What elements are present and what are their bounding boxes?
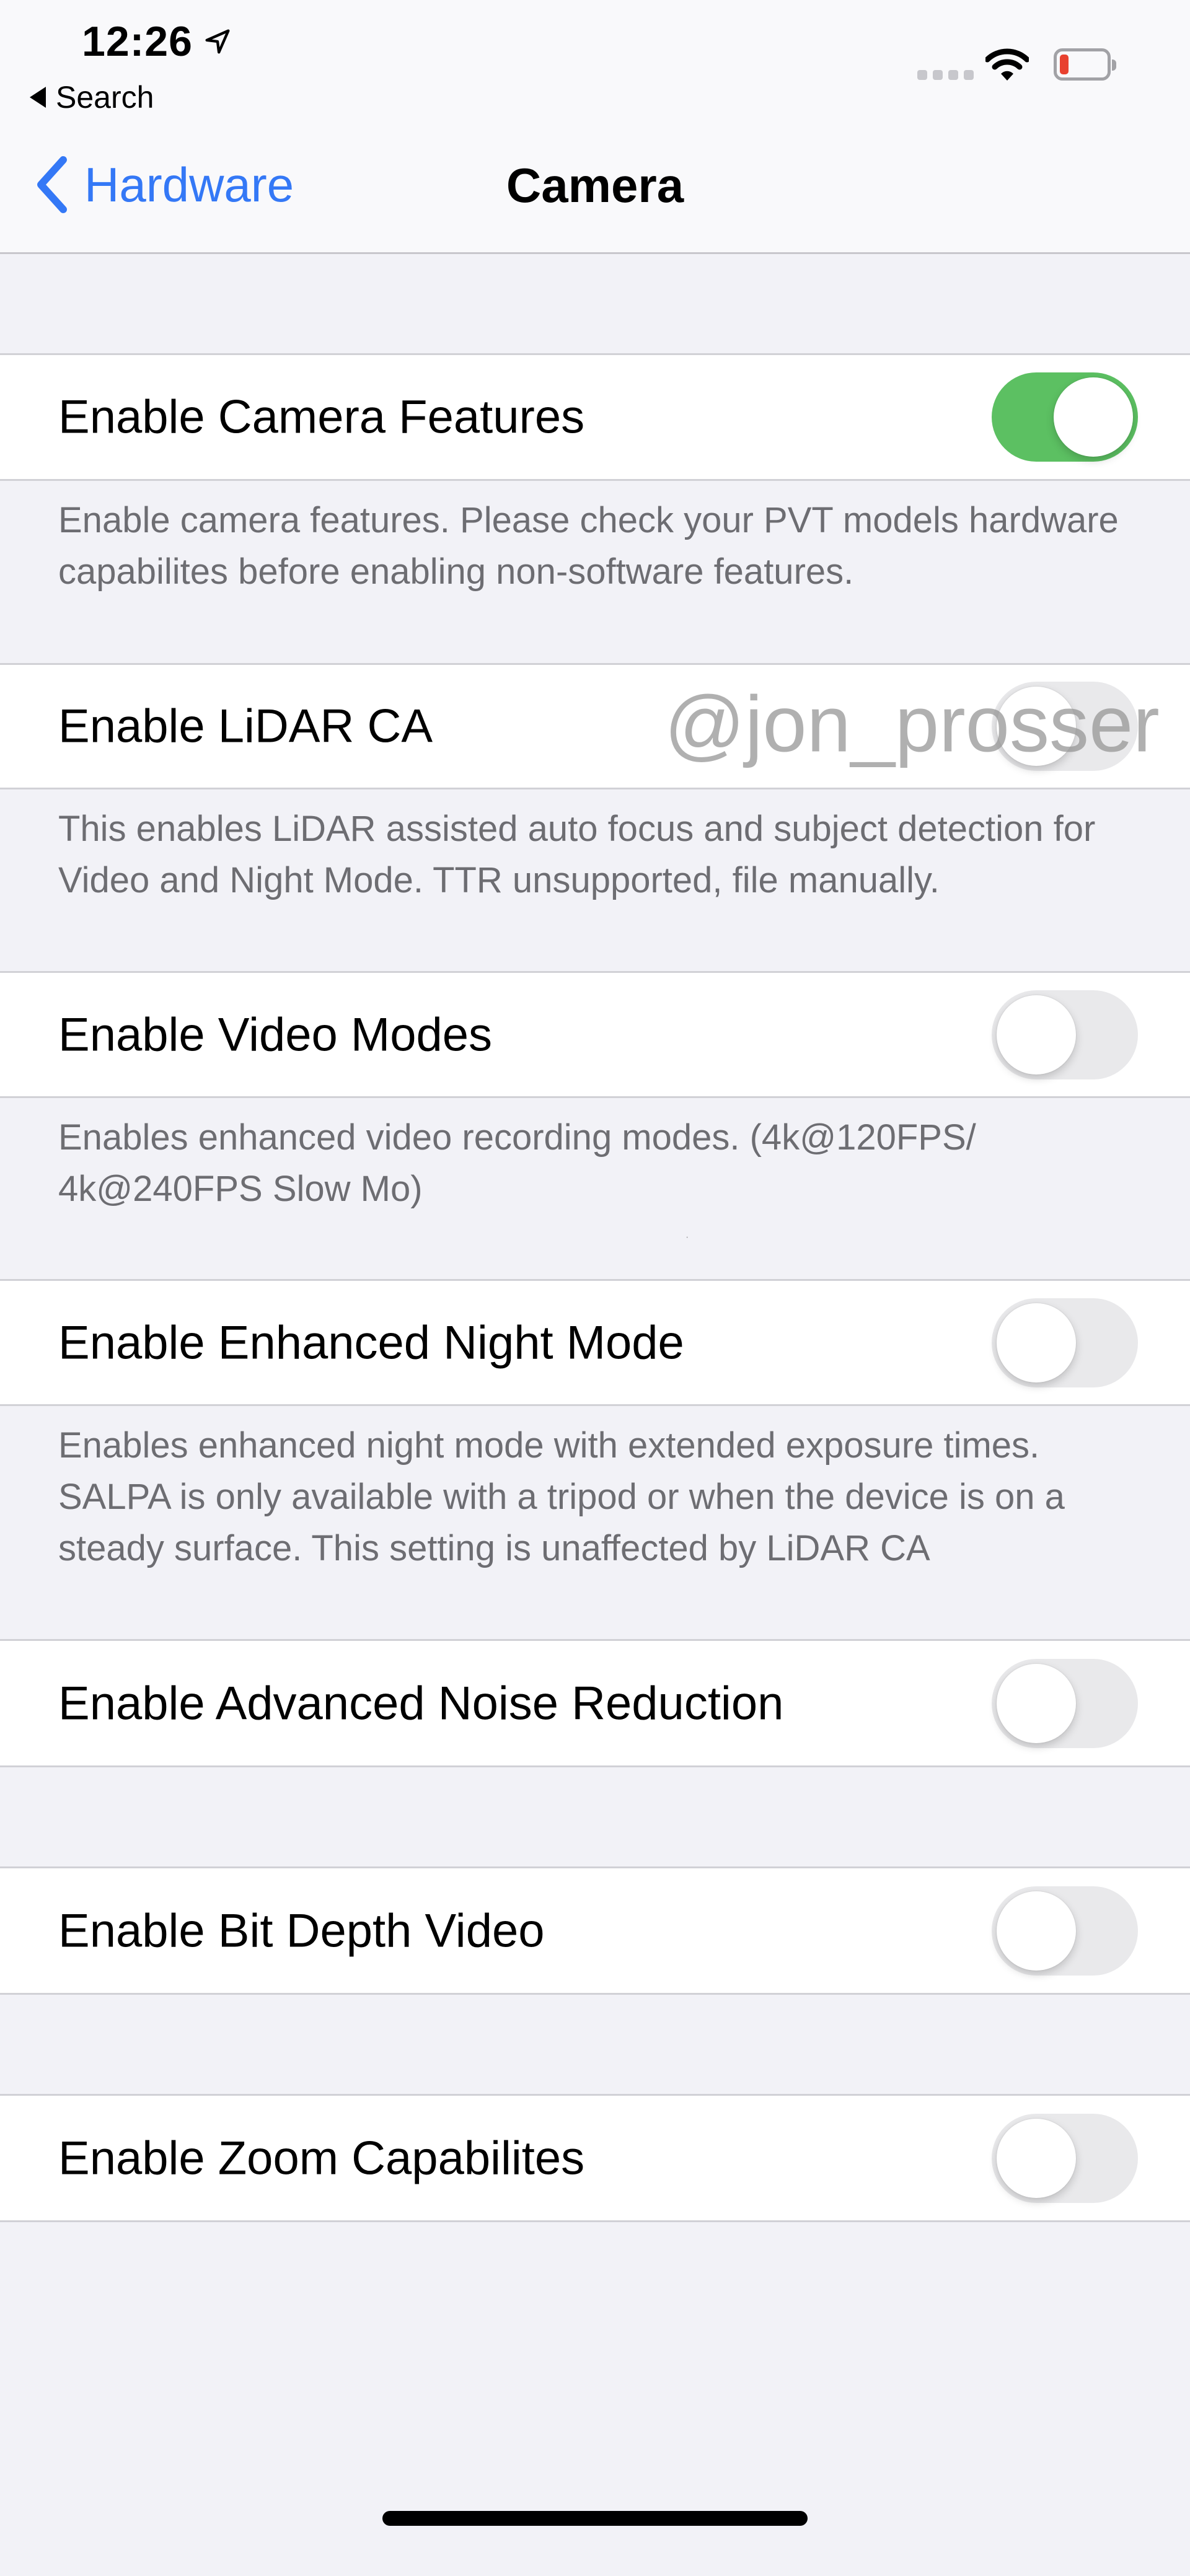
toggle-video-modes[interactable]: [992, 990, 1138, 1079]
setting-footer: Enable camera features. Please check you…: [58, 500, 1119, 592]
setting-footer: Enables enhanced video recording modes. …: [58, 1117, 976, 1209]
touch-indicator: ·: [685, 1232, 689, 1242]
battery-low-icon: [1054, 48, 1111, 81]
toggle-knob: [997, 1663, 1076, 1743]
setting-row-bit-depth-video: Enable Bit Depth Video: [0, 1866, 1190, 1995]
top-bar: 12:26 Search Hardware Camera: [0, 0, 1190, 254]
setting-footer: This enables LiDAR assisted auto focus a…: [58, 809, 1096, 900]
toggle-zoom-capabilities[interactable]: [992, 2113, 1138, 2203]
toggle-advanced-noise-reduction[interactable]: [992, 1658, 1138, 1748]
setting-row-lidar-ca: Enable LiDAR CA @jon_prosser: [0, 663, 1190, 789]
setting-label: Enable Enhanced Night Mode: [58, 1316, 684, 1369]
setting-row-zoom-capabilities: Enable Zoom Capabilites: [0, 2094, 1190, 2222]
toggle-knob: [997, 1303, 1076, 1383]
status-bar-time: 12:26: [82, 17, 234, 66]
location-arrow-icon: [205, 29, 230, 54]
time-text: 12:26: [82, 18, 193, 65]
toggle-knob: [997, 687, 1076, 766]
battery-fill: [1060, 55, 1069, 74]
setting-footer: Enables enhanced night mode with extende…: [58, 1425, 1065, 1568]
page-title: Camera: [506, 158, 684, 213]
toggle-knob: [997, 995, 1076, 1075]
toggle-knob: [997, 1891, 1076, 1971]
toggle-knob: [1054, 377, 1133, 457]
wifi-icon: [985, 48, 1029, 81]
back-triangle-icon: [30, 87, 46, 108]
toggle-bit-depth-video[interactable]: [992, 1886, 1138, 1976]
setting-row-camera-features: Enable Camera Features: [0, 353, 1190, 481]
setting-label: Enable Zoom Capabilites: [58, 2132, 585, 2184]
setting-label: Enable Video Modes: [58, 1008, 492, 1061]
toggle-knob: [997, 2118, 1076, 2198]
home-indicator[interactable]: [382, 2511, 808, 2526]
setting-label: Enable Bit Depth Video: [58, 1904, 545, 1957]
cellular-signal-icon: [917, 70, 974, 80]
toggle-lidar-ca[interactable]: [992, 682, 1138, 771]
setting-row-advanced-noise-reduction: Enable Advanced Noise Reduction: [0, 1639, 1190, 1767]
back-to-search-button[interactable]: Search: [30, 79, 154, 115]
setting-label: Enable LiDAR CA: [58, 700, 433, 753]
setting-label: Enable Camera Features: [58, 390, 585, 444]
back-to-search-label: Search: [56, 80, 154, 115]
battery-cap: [1112, 59, 1116, 71]
setting-label: Enable Advanced Noise Reduction: [58, 1677, 784, 1730]
setting-row-enhanced-night-mode: Enable Enhanced Night Mode: [0, 1279, 1190, 1406]
toggle-camera-features[interactable]: [992, 372, 1138, 462]
toggle-enhanced-night-mode[interactable]: [992, 1298, 1138, 1387]
setting-row-video-modes: Enable Video Modes: [0, 971, 1190, 1098]
